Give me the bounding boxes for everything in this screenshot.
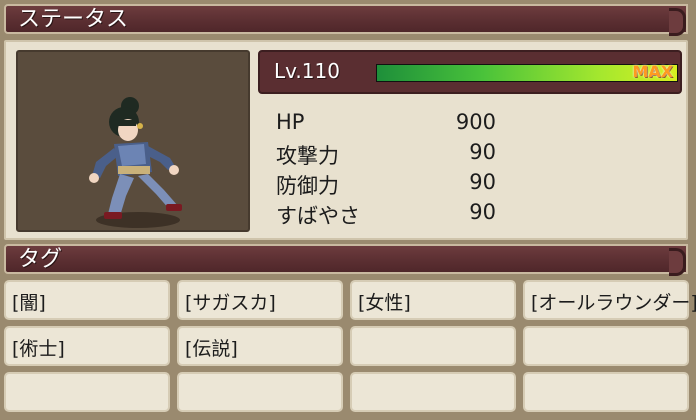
status-screen: ステータス Lv.110 MAX HP 900 攻撃力 90 防御力 90 すば… bbox=[0, 0, 696, 420]
stats-list: HP 900 攻撃力 90 防御力 90 すばやさ 90 bbox=[276, 110, 536, 230]
level-bar: Lv.110 MAX bbox=[258, 50, 682, 94]
stat-row-hp: HP 900 bbox=[276, 110, 536, 140]
stat-label: 攻撃力 bbox=[276, 144, 339, 168]
tag-cell[interactable]: [術士] bbox=[4, 326, 170, 366]
tag-label: [闇] bbox=[12, 292, 46, 314]
stat-value: 90 bbox=[469, 170, 496, 194]
tag-cell[interactable] bbox=[4, 372, 170, 412]
stat-label: HP bbox=[276, 110, 305, 134]
tag-cell[interactable] bbox=[350, 326, 516, 366]
tag-cell[interactable] bbox=[523, 372, 689, 412]
stat-row-speed: すばやさ 90 bbox=[276, 200, 536, 230]
tag-label: [サガスカ] bbox=[185, 292, 276, 314]
stat-label: 防御力 bbox=[276, 174, 339, 198]
stat-row-attack: 攻撃力 90 bbox=[276, 140, 536, 170]
tag-cell[interactable]: [サガスカ] bbox=[177, 280, 343, 320]
scroll-ornament-icon bbox=[669, 242, 692, 278]
character-sprite bbox=[89, 97, 182, 228]
tag-cell[interactable]: [闇] bbox=[4, 280, 170, 320]
tag-cell[interactable] bbox=[523, 326, 689, 366]
tag-cell[interactable] bbox=[350, 372, 516, 412]
exp-bar-track: MAX bbox=[376, 62, 678, 82]
tag-cell[interactable]: [オールラウンダー] bbox=[523, 280, 696, 320]
tag-cell[interactable]: [女性] bbox=[350, 280, 516, 320]
tag-label: [オールラウンダー] bbox=[531, 292, 696, 314]
scroll-ornament-icon bbox=[669, 2, 692, 38]
tag-cell[interactable] bbox=[177, 372, 343, 412]
tag-title: タグ bbox=[18, 247, 63, 272]
level-label: Lv.110 bbox=[274, 59, 340, 83]
status-panel: Lv.110 MAX HP 900 攻撃力 90 防御力 90 すばやさ 90 bbox=[4, 40, 688, 240]
stat-row-defense: 防御力 90 bbox=[276, 170, 536, 200]
tag-label: [術士] bbox=[12, 338, 65, 360]
stat-value: 90 bbox=[469, 200, 496, 224]
status-title: ステータス bbox=[18, 7, 129, 32]
tag-label: [女性] bbox=[358, 292, 411, 314]
character-portrait bbox=[16, 50, 250, 232]
tag-grid: [闇] [サガスカ] [女性] [オールラウンダー] [術士] [伝説] bbox=[4, 280, 696, 418]
tag-header: タグ bbox=[4, 244, 688, 276]
tag-label: [伝説] bbox=[185, 338, 238, 360]
stat-value: 90 bbox=[469, 140, 496, 164]
stat-value: 900 bbox=[455, 110, 496, 134]
status-header: ステータス bbox=[4, 4, 688, 36]
stat-label: すばやさ bbox=[276, 204, 360, 228]
tag-cell[interactable]: [伝説] bbox=[177, 326, 343, 366]
max-label: MAX bbox=[632, 62, 673, 81]
